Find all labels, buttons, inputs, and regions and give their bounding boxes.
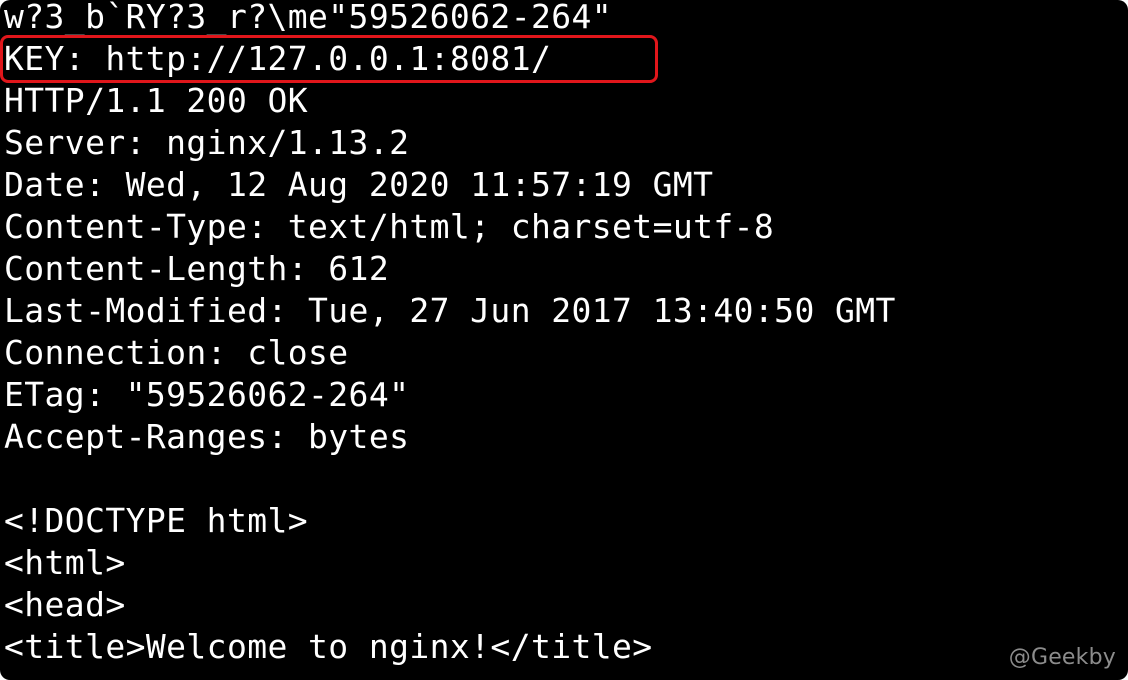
terminal-line-etag: ETag: "59526062-264" xyxy=(4,375,410,414)
terminal-line-content-length: Content-Length: 612 xyxy=(4,249,390,288)
watermark-label: @Geekby xyxy=(1008,645,1116,670)
terminal-window[interactable]: w?3_b`RY?3_r?\me"59526062-264" KEY: http… xyxy=(0,0,1128,680)
terminal-line-head-open: <head> xyxy=(4,585,126,624)
terminal-line-title: <title>Welcome to nginx!</title> xyxy=(4,627,653,666)
terminal-line-doctype: <!DOCTYPE html> xyxy=(4,501,309,540)
terminal-line-garbled: w?3_b`RY?3_r?\me"59526062-264" xyxy=(4,0,613,36)
terminal-line-html-open: <html> xyxy=(4,543,126,582)
terminal-line-connection: Connection: close xyxy=(4,333,349,372)
terminal-line-date: Date: Wed, 12 Aug 2020 11:57:19 GMT xyxy=(4,165,714,204)
terminal-line-accept-ranges: Accept-Ranges: bytes xyxy=(4,417,410,456)
terminal-output: w?3_b`RY?3_r?\me"59526062-264" KEY: http… xyxy=(4,0,896,668)
terminal-line-key: KEY: http://127.0.0.1:8081/ xyxy=(4,39,552,78)
terminal-line-status: HTTP/1.1 200 OK xyxy=(4,81,309,120)
terminal-line-server: Server: nginx/1.13.2 xyxy=(4,123,410,162)
terminal-line-last-modified: Last-Modified: Tue, 27 Jun 2017 13:40:50… xyxy=(4,291,896,330)
terminal-line-content-type: Content-Type: text/html; charset=utf-8 xyxy=(4,207,775,246)
